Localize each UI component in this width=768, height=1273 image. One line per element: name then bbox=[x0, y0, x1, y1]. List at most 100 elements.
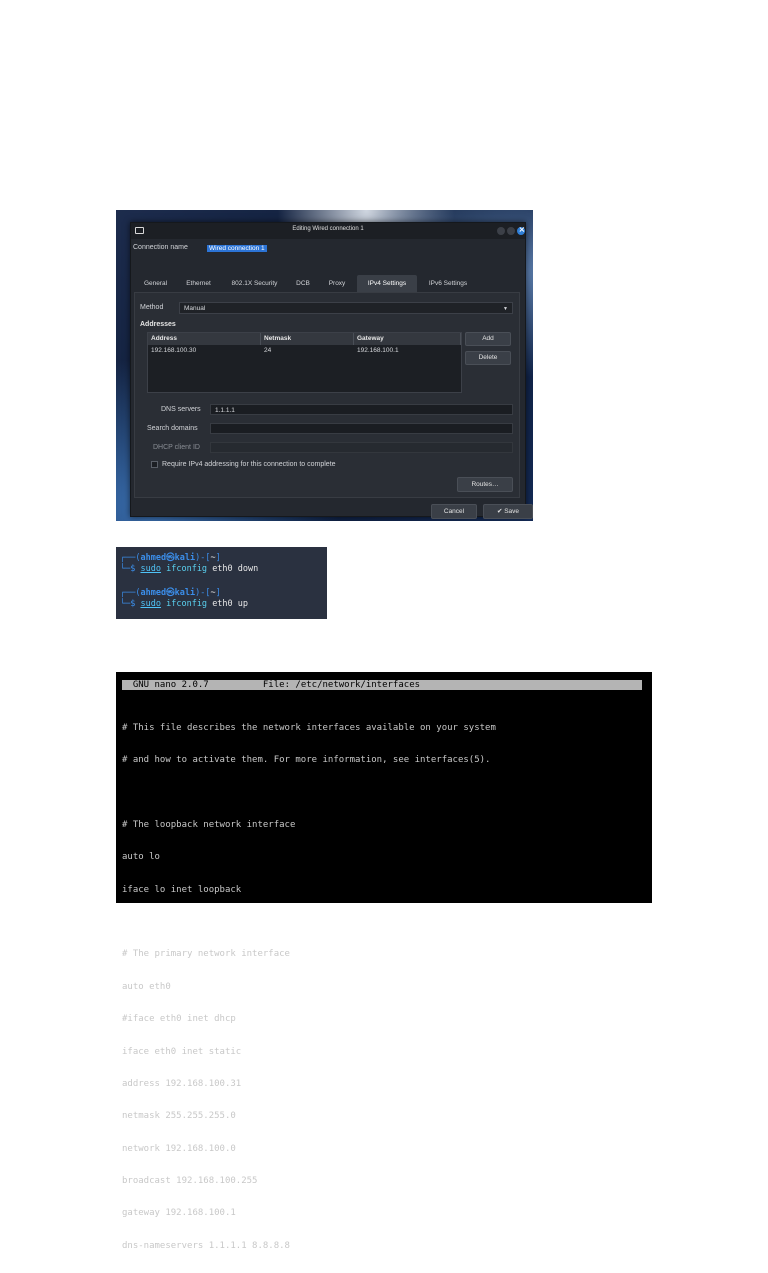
file-line: auto lo bbox=[122, 852, 160, 863]
file-line: network 192.168.100.0 bbox=[122, 1143, 236, 1154]
dns-servers-label: DNS servers bbox=[161, 406, 201, 413]
prompt-line-1: ┌──(ahmed㉿kali)-[~] bbox=[120, 551, 221, 563]
prompt-frame: ] bbox=[215, 553, 221, 563]
prompt-line-2: ┌──(ahmed㉿kali)-[~] bbox=[120, 586, 221, 598]
prompt-symbol: $ bbox=[130, 564, 136, 574]
cancel-button[interactable]: Cancel bbox=[431, 504, 477, 519]
connection-name-value: Wired connection 1 bbox=[207, 245, 267, 252]
file-line: #iface eth0 inet dhcp bbox=[122, 1014, 236, 1025]
file-line bbox=[122, 917, 496, 928]
require-ipv4-checkbox[interactable] bbox=[151, 461, 158, 468]
delete-address-button[interactable]: Delete bbox=[465, 351, 511, 365]
at-icon: ㉿ bbox=[166, 588, 175, 598]
column-gateway[interactable]: Gateway bbox=[354, 333, 461, 345]
prompt-frame: ┌──( bbox=[120, 553, 141, 563]
nano-file-name: File: /etc/network/interfaces bbox=[262, 680, 421, 690]
prompt-user: ahmed bbox=[140, 553, 167, 563]
editing-connection-dialog: Editing Wired connection 1 Connection na… bbox=[130, 222, 533, 519]
tab-label: IPv6 Settings bbox=[428, 280, 468, 287]
column-netmask[interactable]: Netmask bbox=[261, 333, 354, 345]
tab-8021x-security[interactable]: 802.1X Security bbox=[220, 275, 289, 292]
routes-button[interactable]: Routes… bbox=[457, 477, 513, 492]
chevron-down-icon: ▼ bbox=[503, 306, 508, 312]
address-cell[interactable]: 192.168.100.30 bbox=[148, 345, 261, 357]
prompt-user: ahmed bbox=[140, 588, 167, 598]
tab-label: Ethernet bbox=[186, 280, 211, 287]
connection-name-label: Connection name bbox=[133, 244, 188, 251]
dialog-titlebar: Editing Wired connection 1 bbox=[131, 223, 525, 239]
command-line-1: └─$ sudo ifconfig eth0 down bbox=[120, 564, 258, 574]
netmask-cell[interactable]: 24 bbox=[261, 345, 354, 357]
save-button[interactable]: ✔ Save bbox=[483, 504, 533, 519]
prompt-frame: ] bbox=[215, 588, 221, 598]
nano-version: GNU nano 2.0.7 bbox=[132, 680, 209, 690]
file-line: # This file describes the network interf… bbox=[122, 722, 496, 733]
dhcp-client-id-label: DHCP client ID bbox=[153, 444, 200, 451]
file-line: auto eth0 bbox=[122, 981, 171, 992]
tab-dcb[interactable]: DCB bbox=[289, 275, 317, 292]
add-address-button[interactable]: Add bbox=[465, 332, 511, 346]
file-line: # The loopback network interface bbox=[122, 819, 296, 830]
connection-name-input[interactable]: Wired connection 1 bbox=[206, 242, 521, 253]
nano-title-bar: GNU nano 2.0.7 File: /etc/network/interf… bbox=[122, 680, 642, 690]
method-label: Method bbox=[140, 304, 164, 311]
search-domains-label: Search domains bbox=[147, 425, 198, 432]
prompt-frame: ┌──( bbox=[120, 588, 141, 598]
sudo-command: sudo bbox=[140, 599, 161, 609]
settings-tabs: General Ethernet 802.1X Security DCB Pro… bbox=[134, 275, 520, 292]
command-args: eth0 up bbox=[212, 599, 249, 609]
prompt-frame: └─ bbox=[120, 599, 131, 609]
ifconfig-command: ifconfig bbox=[166, 564, 208, 574]
file-line: address 192.168.100.31 bbox=[122, 1078, 242, 1089]
command-args: eth0 down bbox=[212, 564, 259, 574]
file-line: gateway 192.168.100.1 bbox=[122, 1208, 236, 1219]
dhcp-client-id-input[interactable] bbox=[210, 442, 513, 453]
prompt-frame: └─ bbox=[120, 564, 131, 574]
file-line: # The primary network interface bbox=[122, 949, 290, 960]
table-header: Address Netmask Gateway bbox=[148, 333, 461, 345]
file-line: netmask 255.255.255.0 bbox=[122, 1111, 236, 1122]
at-icon: ㉿ bbox=[166, 553, 175, 563]
require-ipv4-label: Require IPv4 addressing for this connect… bbox=[162, 461, 336, 468]
minimize-button[interactable] bbox=[497, 227, 505, 235]
tab-label: 802.1X Security bbox=[231, 280, 278, 287]
ifconfig-command: ifconfig bbox=[166, 599, 208, 609]
search-domains-input[interactable] bbox=[210, 423, 513, 434]
nano-text-area[interactable]: # This file describes the network interf… bbox=[122, 701, 496, 1273]
tab-ethernet[interactable]: Ethernet bbox=[177, 275, 220, 292]
table-row[interactable]: 192.168.100.30 24 192.168.100.1 bbox=[148, 345, 461, 357]
nano-editor-screenshot: GNU nano 2.0.7 File: /etc/network/interf… bbox=[116, 672, 652, 1251]
addresses-table: Address Netmask Gateway 192.168.100.30 2… bbox=[147, 332, 462, 393]
dialog-title: Editing Wired connection 1 bbox=[292, 226, 364, 232]
tab-general[interactable]: General bbox=[134, 275, 177, 292]
dns-servers-input[interactable]: 1.1.1.1 bbox=[210, 404, 513, 415]
file-line bbox=[122, 787, 496, 798]
prompt-frame: )-[ bbox=[195, 588, 211, 598]
method-value: Manual bbox=[184, 305, 206, 312]
tab-ipv6-settings[interactable]: IPv6 Settings bbox=[417, 275, 479, 292]
terminal-screenshot: ┌──(ahmed㉿kali)-[~] └─$ sudo ifconfig et… bbox=[116, 547, 327, 619]
prompt-symbol: $ bbox=[130, 599, 136, 609]
tab-label: Proxy bbox=[328, 280, 346, 287]
file-line: dns-nameservers 1.1.1.1 8.8.8.8 bbox=[122, 1240, 290, 1251]
file-line: broadcast 192.168.100.255 bbox=[122, 1176, 258, 1187]
file-line: iface lo inet loopback bbox=[122, 884, 242, 895]
close-button[interactable] bbox=[517, 225, 525, 235]
ipv4-settings-panel: Method Manual ▼ Addresses Address Netmas… bbox=[134, 292, 520, 498]
command-line-2: └─$ sudo ifconfig eth0 up bbox=[120, 599, 248, 609]
tab-label: DCB bbox=[296, 280, 310, 287]
column-address[interactable]: Address bbox=[148, 333, 261, 345]
tab-ipv4-settings[interactable]: IPv4 Settings bbox=[357, 275, 417, 292]
sudo-command: sudo bbox=[140, 564, 161, 574]
tab-label: IPv4 Settings bbox=[367, 280, 407, 287]
file-line: iface eth0 inet static bbox=[122, 1046, 242, 1057]
prompt-host: kali bbox=[174, 588, 196, 598]
method-dropdown[interactable]: Manual ▼ bbox=[179, 302, 513, 314]
network-editor-screenshot: Editing Wired connection 1 Connection na… bbox=[116, 210, 533, 521]
addresses-label: Addresses bbox=[140, 321, 176, 328]
gateway-cell[interactable]: 192.168.100.1 bbox=[354, 345, 461, 357]
maximize-button[interactable] bbox=[507, 227, 515, 235]
file-line: # and how to activate them. For more inf… bbox=[122, 754, 491, 765]
tab-label: General bbox=[143, 280, 168, 287]
tab-proxy[interactable]: Proxy bbox=[317, 275, 357, 292]
